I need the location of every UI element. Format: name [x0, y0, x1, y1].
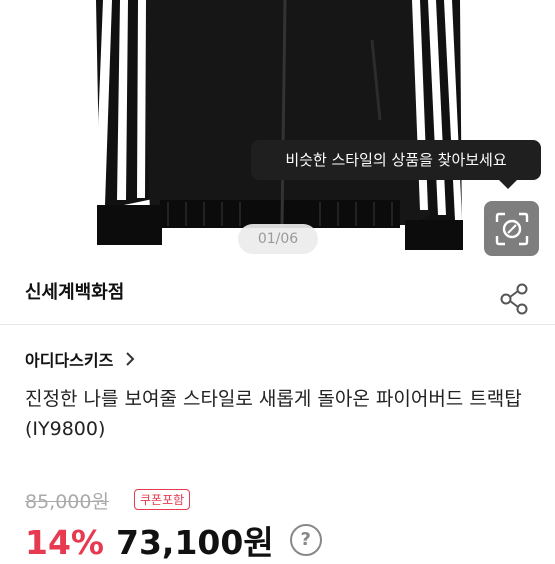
gallery-page-indicator: 01/06	[238, 224, 318, 254]
brand-name: 아디다스키즈	[25, 351, 114, 370]
visual-search-button[interactable]	[484, 201, 539, 256]
jacket-photo	[95, 0, 463, 250]
question-icon[interactable]: ?	[289, 524, 322, 556]
store-row: 신세계백화점	[0, 262, 555, 325]
coupon-badge: 쿠폰포함	[134, 489, 191, 510]
product-image-gallery[interactable]: 01/06	[0, 0, 555, 262]
chevron-right-icon	[126, 352, 135, 366]
brand-link[interactable]: 아디다스키즈	[25, 347, 135, 371]
original-price: 85,000원	[25, 491, 109, 513]
camera-lens-icon	[495, 212, 528, 245]
sale-price: 73,100원	[116, 523, 274, 562]
store-name[interactable]: 신세계백화점	[25, 278, 124, 304]
share-button[interactable]	[498, 282, 532, 316]
discount-rate: 14%	[25, 523, 104, 562]
price-row: 14% 73,100원 ?	[25, 516, 322, 564]
product-title: 진정한 나를 보여줄 스타일로 새롭게 돌아온 파이어버드 트랙탑(IY9800…	[25, 388, 522, 440]
share-icon	[500, 283, 528, 315]
similar-style-tooltip: 비슷한 스타일의 상품을 찾아보세요	[251, 140, 541, 189]
